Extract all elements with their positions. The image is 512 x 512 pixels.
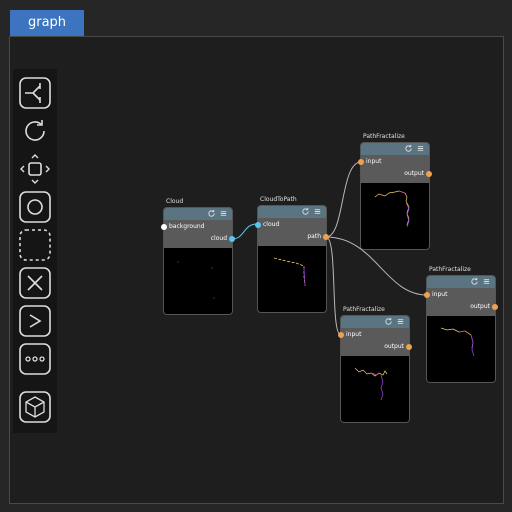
menu-icon[interactable] xyxy=(396,317,405,326)
node-title: PathFractalize xyxy=(429,266,471,273)
output-port[interactable] xyxy=(426,171,432,177)
output-port[interactable] xyxy=(406,344,412,350)
input-port[interactable] xyxy=(358,159,364,165)
node-preview xyxy=(341,356,409,422)
port-label-cloud: cloud xyxy=(263,221,280,228)
port-label-output: output xyxy=(404,170,424,177)
node-header[interactable] xyxy=(427,276,495,288)
node-header[interactable] xyxy=(258,206,326,218)
greater-than-icon[interactable] xyxy=(19,305,51,337)
port-label-path: path xyxy=(307,233,321,240)
refresh-icon[interactable] xyxy=(301,207,310,216)
node-header[interactable] xyxy=(164,208,232,220)
port-label-cloud: cloud xyxy=(210,235,227,242)
input-port[interactable] xyxy=(161,224,167,230)
rotate-icon[interactable] xyxy=(19,115,51,147)
port-label-output: output xyxy=(470,303,490,310)
input-port[interactable] xyxy=(338,332,344,338)
more-icon[interactable] xyxy=(19,343,51,375)
menu-icon[interactable] xyxy=(219,209,228,218)
menu-icon[interactable] xyxy=(482,277,491,286)
output-port[interactable] xyxy=(492,304,498,310)
delete-icon[interactable] xyxy=(19,267,51,299)
node-title: CloudToPath xyxy=(260,196,297,203)
menu-icon[interactable] xyxy=(416,144,425,153)
node-cloud[interactable]: Cloud background cloud xyxy=(161,198,235,314)
selection-icon[interactable] xyxy=(19,229,51,261)
node-preview xyxy=(361,183,429,249)
input-port[interactable] xyxy=(424,292,430,298)
port-label-input: input xyxy=(346,331,362,338)
input-port[interactable] xyxy=(255,222,261,228)
node-pathfractalize[interactable]: PathFractalize input output xyxy=(338,306,412,422)
node-pathfractalize[interactable]: PathFractalize input output xyxy=(424,266,498,382)
node-preview xyxy=(164,248,232,314)
node-title: PathFractalize xyxy=(363,133,405,140)
port-label-input: input xyxy=(432,291,448,298)
refresh-icon[interactable] xyxy=(384,317,393,326)
refresh-icon[interactable] xyxy=(207,209,216,218)
node-preview xyxy=(258,246,326,312)
refresh-icon[interactable] xyxy=(404,144,413,153)
port-label-input: input xyxy=(366,158,382,165)
toolbar xyxy=(13,69,57,433)
port-label-background: background xyxy=(169,223,205,230)
node-pathfractalize[interactable]: PathFractalize input output xyxy=(358,133,432,249)
node-title: PathFractalize xyxy=(343,306,385,313)
cube-icon[interactable] xyxy=(19,391,51,423)
tab-graph[interactable]: graph xyxy=(10,10,84,36)
output-port[interactable] xyxy=(323,234,329,240)
node-header[interactable] xyxy=(341,316,409,328)
node-title: Cloud xyxy=(166,198,184,205)
menu-icon[interactable] xyxy=(313,207,322,216)
output-port[interactable] xyxy=(229,236,235,242)
node-header[interactable] xyxy=(361,143,429,155)
node-preview xyxy=(427,316,495,382)
move-icon[interactable] xyxy=(19,153,51,185)
branch-icon[interactable] xyxy=(19,77,51,109)
port-label-output: output xyxy=(384,343,404,350)
node-cloudtopath[interactable]: CloudToPath cloud path xyxy=(255,196,329,312)
refresh-icon[interactable] xyxy=(470,277,479,286)
circle-icon[interactable] xyxy=(19,191,51,223)
